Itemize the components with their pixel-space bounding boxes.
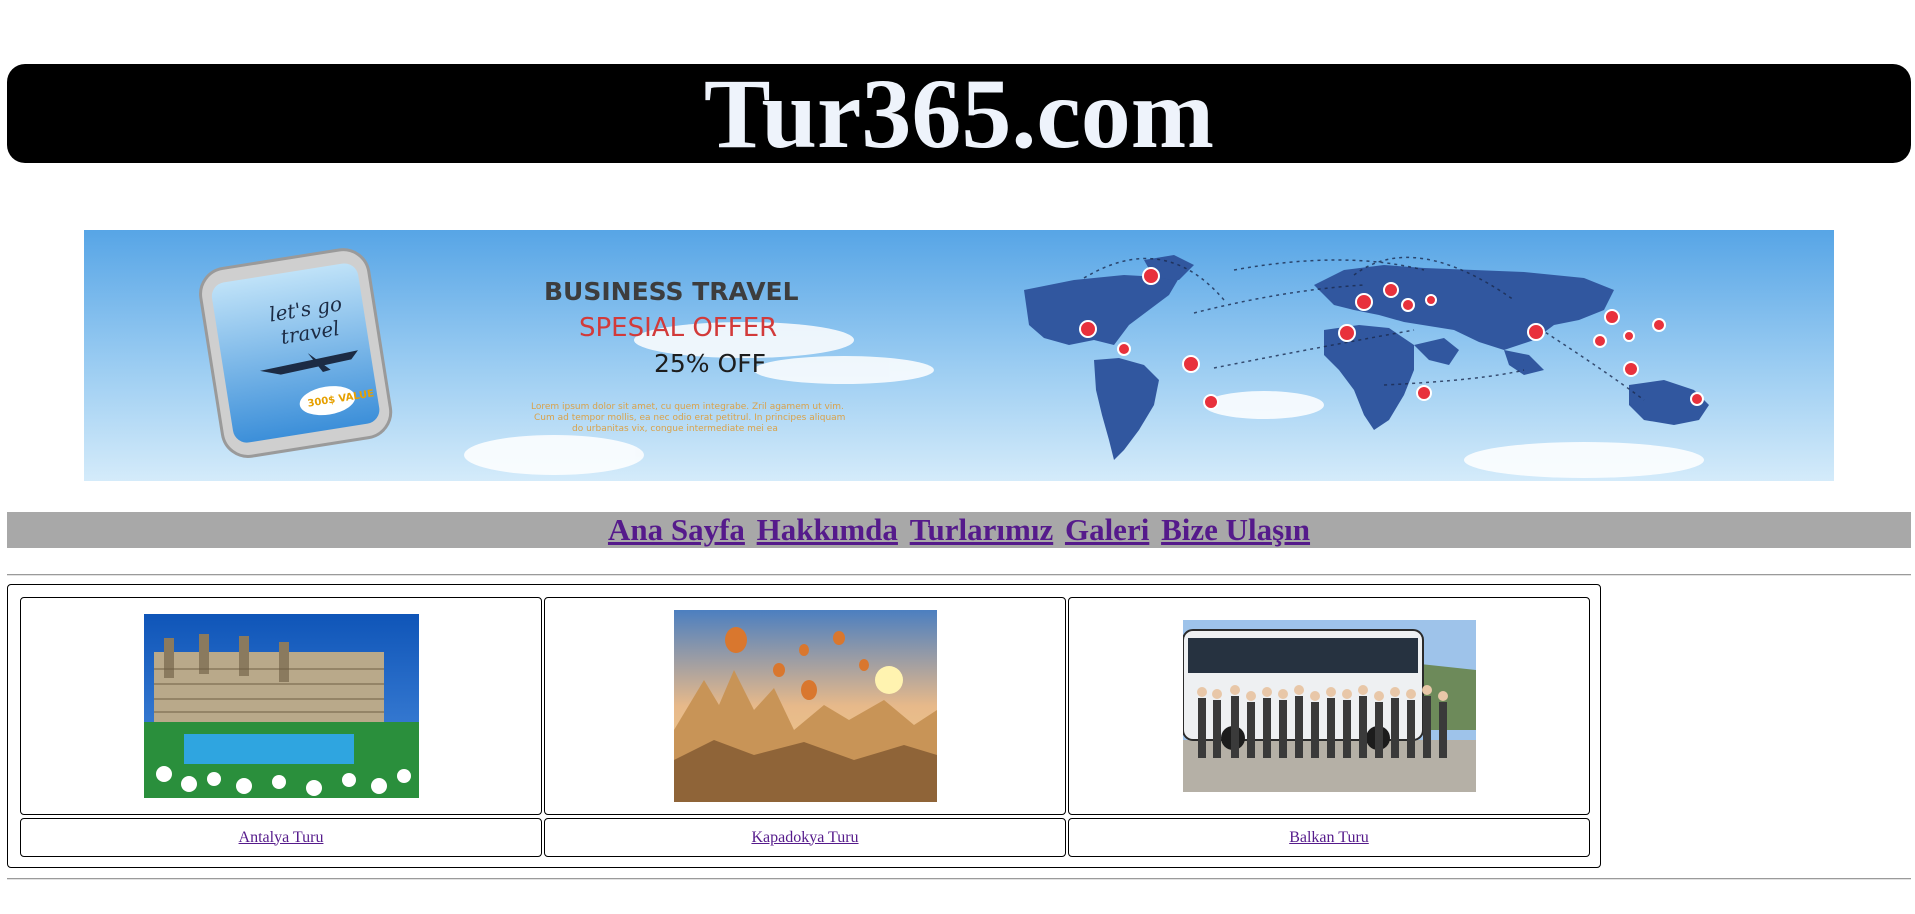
divider-bottom [7,878,1911,880]
tour-link-kapadokya[interactable]: Kapadokya Turu [751,829,858,847]
tour-link-cell-antalya: Antalya Turu [20,818,542,857]
divider-top [7,574,1911,576]
tour-link-cell-balkan: Balkan Turu [1068,818,1590,857]
antalya-tour-photo[interactable] [143,614,419,798]
site-title: Tur365.com [703,57,1215,169]
banner-subheading: SPESIAL OFFER [579,313,777,343]
main-nav: Ana Sayfa Hakkımda Turlarımız Galeri Biz… [7,512,1911,548]
nav-link-contact[interactable]: Bize Ulaşın [1161,512,1310,547]
tour-image-cell-balkan [1068,597,1590,815]
tours-table: Antalya Turu Kapadokya Turu Balkan Turu [7,584,1601,868]
kapadokya-tour-photo[interactable] [673,610,937,802]
phone-illustration: let's go travel 300$ VALUE [199,248,393,458]
tour-link-balkan[interactable]: Balkan Turu [1289,829,1369,847]
promo-banner: let's go travel 300$ VALUE BUSINESS TRAV… [84,230,1834,481]
banner-body-1: Lorem ipsum dolor sit amet, cu quem inte… [531,402,844,412]
nav-link-gallery[interactable]: Galeri [1065,512,1149,547]
banner-heading: BUSINESS TRAVEL [544,277,799,306]
tour-link-antalya[interactable]: Antalya Turu [239,829,324,847]
nav-link-about[interactable]: Hakkımda [757,512,898,547]
banner-body-3: do urbanitas vix, congue intermediate me… [572,424,778,434]
tour-image-cell-kapadokya [544,597,1066,815]
nav-link-home[interactable]: Ana Sayfa [608,512,745,547]
tour-image-cell-antalya [20,597,542,815]
balkan-tour-photo[interactable] [1182,620,1476,792]
banner-discount: 25% OFF [654,349,766,378]
nav-link-tours[interactable]: Turlarımız [910,512,1054,547]
banner-body-2: Cum ad tempor mollis, ea nec odio erat p… [534,413,845,423]
tour-link-cell-kapadokya: Kapadokya Turu [544,818,1066,857]
site-header: Tur365.com [7,57,1911,169]
